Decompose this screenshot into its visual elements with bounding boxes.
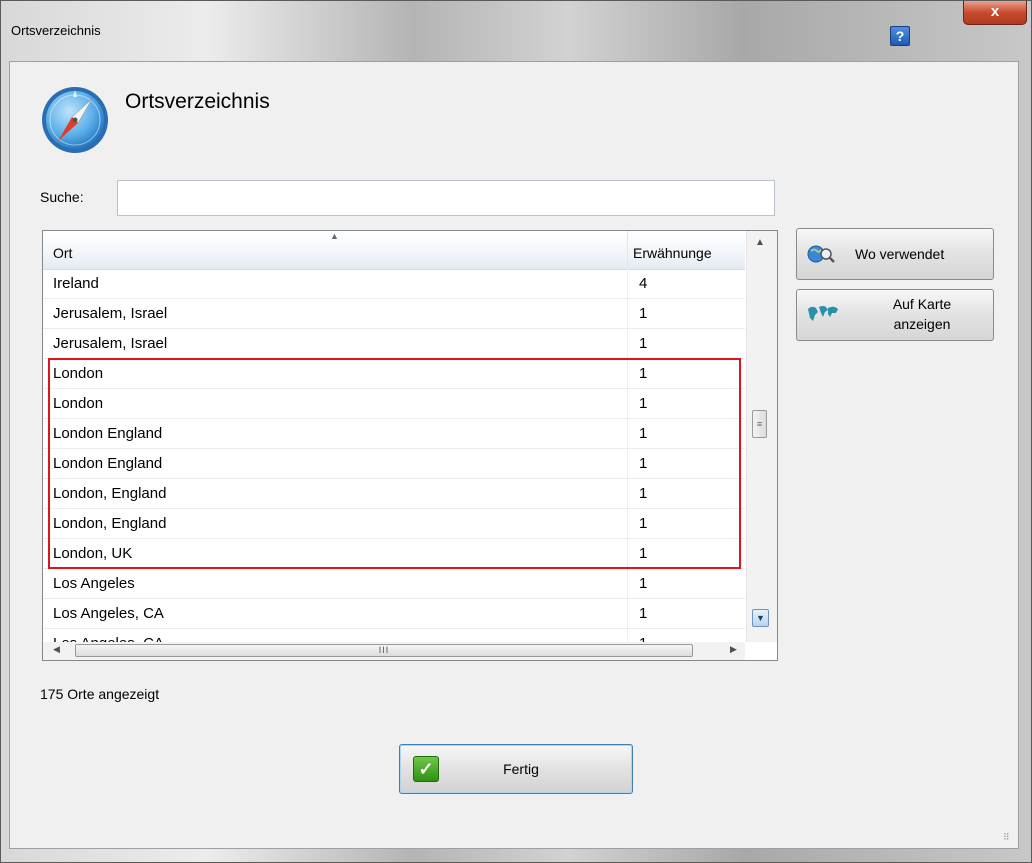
status-text: 175 Orte angezeigt [40, 686, 160, 702]
search-input[interactable] [117, 180, 775, 216]
place-cell: London England [53, 455, 163, 472]
horizontal-scrollbar[interactable]: ◀ III ▶ [43, 642, 745, 660]
show-on-map-label-line2: anzeigen [893, 316, 951, 332]
done-button[interactable]: ✓ Fertig [399, 744, 633, 794]
column-header-ort[interactable]: Ort [53, 231, 72, 269]
vertical-scrollbar[interactable]: ▲ ≡ ▼ [746, 231, 777, 642]
show-on-map-label-line1: Auf Karte [892, 296, 952, 312]
mentions-cell: 1 [639, 575, 648, 592]
table-row[interactable]: Jerusalem, Israel 1 [43, 329, 745, 359]
horizontal-scroll-thumb[interactable]: III [75, 644, 693, 657]
dialog-window: Ortsverzeichnis ? x Ortsverzeichnis Such… [0, 0, 1032, 863]
place-cell: London, England [53, 485, 167, 502]
show-on-map-button[interactable]: Auf Karte anzeigen [796, 289, 994, 341]
table-row[interactable]: Los Angeles, CA 1 [43, 599, 745, 629]
table-row[interactable]: London, England 1 [43, 509, 745, 539]
place-cell: Ireland [53, 275, 99, 292]
place-cell: London, England [53, 515, 167, 532]
table-row[interactable]: London England 1 [43, 419, 745, 449]
mentions-cell: 1 [639, 455, 648, 472]
table-header: Ort ▲ Erwähnunge [43, 231, 745, 270]
scroll-left-arrow-icon[interactable]: ◀ [53, 644, 60, 655]
place-cell: London [53, 365, 104, 382]
close-button[interactable]: x [963, 1, 1027, 25]
world-map-icon [806, 303, 840, 328]
mentions-cell: 1 [639, 335, 648, 352]
place-cell: London England [53, 425, 163, 442]
mentions-cell: 1 [639, 305, 648, 322]
place-cell: London, UK [53, 545, 133, 562]
window-title: Ortsverzeichnis [11, 23, 101, 38]
table-row[interactable]: London, England 1 [43, 479, 745, 509]
mentions-cell: 1 [639, 425, 648, 442]
table-row[interactable]: Los Angeles 1 [43, 569, 745, 599]
mentions-cell: 1 [639, 545, 648, 562]
scroll-thumb[interactable]: ≡ [752, 410, 767, 438]
search-label: Suche: [40, 189, 84, 205]
column-header-mentions[interactable]: Erwähnunge [633, 231, 745, 269]
done-label: Fertig [503, 761, 539, 777]
where-used-button[interactable]: Wo verwendet [796, 228, 994, 280]
place-cell: Jerusalem, Israel [53, 305, 168, 322]
dialog-content: Ortsverzeichnis Suche: Ort ▲ Erwähnunge … [9, 61, 1019, 849]
mentions-cell: 1 [639, 605, 648, 622]
table-row[interactable]: London 1 [43, 359, 745, 389]
title-bar[interactable]: Ortsverzeichnis ? x [1, 1, 1031, 51]
where-used-label: Wo verwendet [855, 246, 945, 262]
mentions-cell: 1 [639, 365, 648, 382]
mentions-cell: 1 [639, 515, 648, 532]
help-button[interactable]: ? [890, 26, 910, 46]
column-separator [627, 231, 628, 269]
resize-grip-icon[interactable]: ⠿ [1003, 832, 1010, 843]
page-title: Ortsverzeichnis [125, 90, 270, 113]
place-cell: Los Angeles [53, 575, 135, 592]
table-row[interactable]: Jerusalem, Israel 1 [43, 299, 745, 329]
place-cell: Jerusalem, Israel [53, 335, 168, 352]
scroll-up-arrow-icon[interactable]: ▲ [755, 237, 765, 248]
table-row[interactable]: London 1 [43, 389, 745, 419]
mentions-cell: 1 [639, 395, 648, 412]
globe-search-icon [806, 242, 836, 269]
place-cell: London [53, 395, 104, 412]
mentions-cell: 1 [639, 485, 648, 502]
mentions-cell: 4 [639, 275, 648, 292]
table-row[interactable]: London England 1 [43, 449, 745, 479]
table-row[interactable]: Ireland 4 [43, 269, 745, 299]
place-cell: Los Angeles, CA [53, 605, 164, 622]
places-table[interactable]: Ort ▲ Erwähnunge Ireland 4 Jerusalem, Is… [42, 230, 778, 661]
scroll-right-arrow-icon[interactable]: ▶ [730, 644, 737, 655]
scroll-down-arrow-icon[interactable]: ▼ [752, 609, 769, 627]
compass-icon [40, 85, 110, 160]
sort-ascending-icon: ▲ [330, 231, 339, 241]
table-row[interactable]: London, UK 1 [43, 539, 745, 569]
show-on-map-label: Auf Karte anzeigen [855, 290, 989, 334]
